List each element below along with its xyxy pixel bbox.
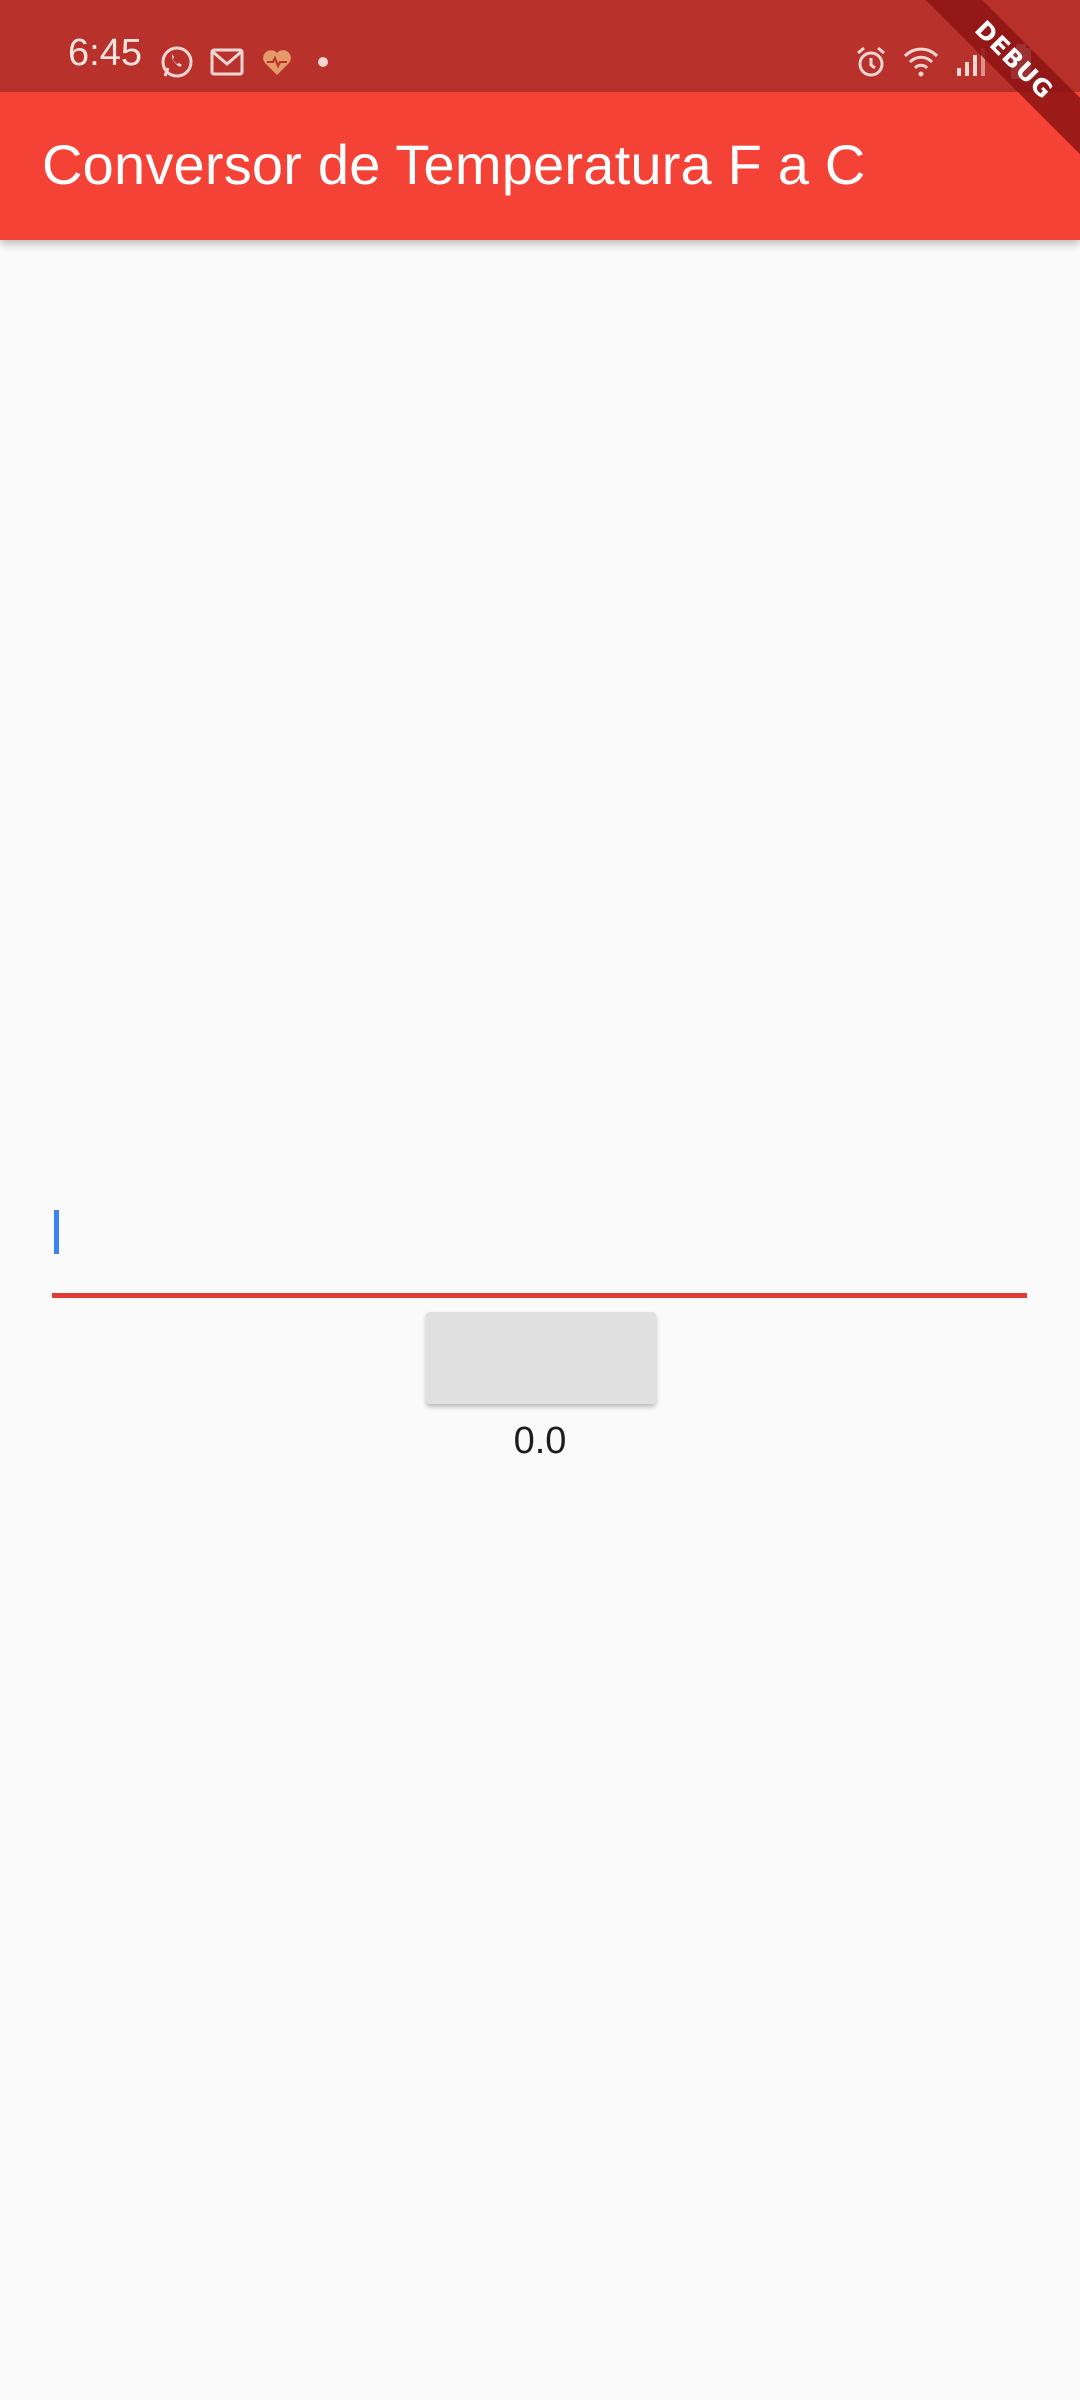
fahrenheit-text-field[interactable] xyxy=(52,1190,1027,1298)
convert-button[interactable] xyxy=(426,1312,656,1404)
gmail-icon xyxy=(208,43,246,81)
alarm-icon xyxy=(852,43,890,81)
text-cursor xyxy=(54,1210,59,1254)
notification-dot-icon xyxy=(318,57,328,67)
whatsapp-icon xyxy=(158,43,196,81)
celsius-result: 0.0 xyxy=(513,1420,567,1462)
app-title: Conversor de Temperatura F a C xyxy=(42,133,866,196)
status-bar: 6:45 xyxy=(0,0,1080,92)
input-underline xyxy=(52,1293,1027,1298)
status-time: 6:45 xyxy=(68,32,142,74)
health-icon xyxy=(258,43,296,81)
app-bar: Conversor de Temperatura F a C xyxy=(0,92,1080,240)
fahrenheit-input[interactable] xyxy=(52,1190,1027,1294)
wifi-icon xyxy=(902,43,940,81)
app-screen: 6:45 Conversor de Temperatura F a C DEBU… xyxy=(0,0,1080,2400)
status-icons-left xyxy=(158,40,328,84)
